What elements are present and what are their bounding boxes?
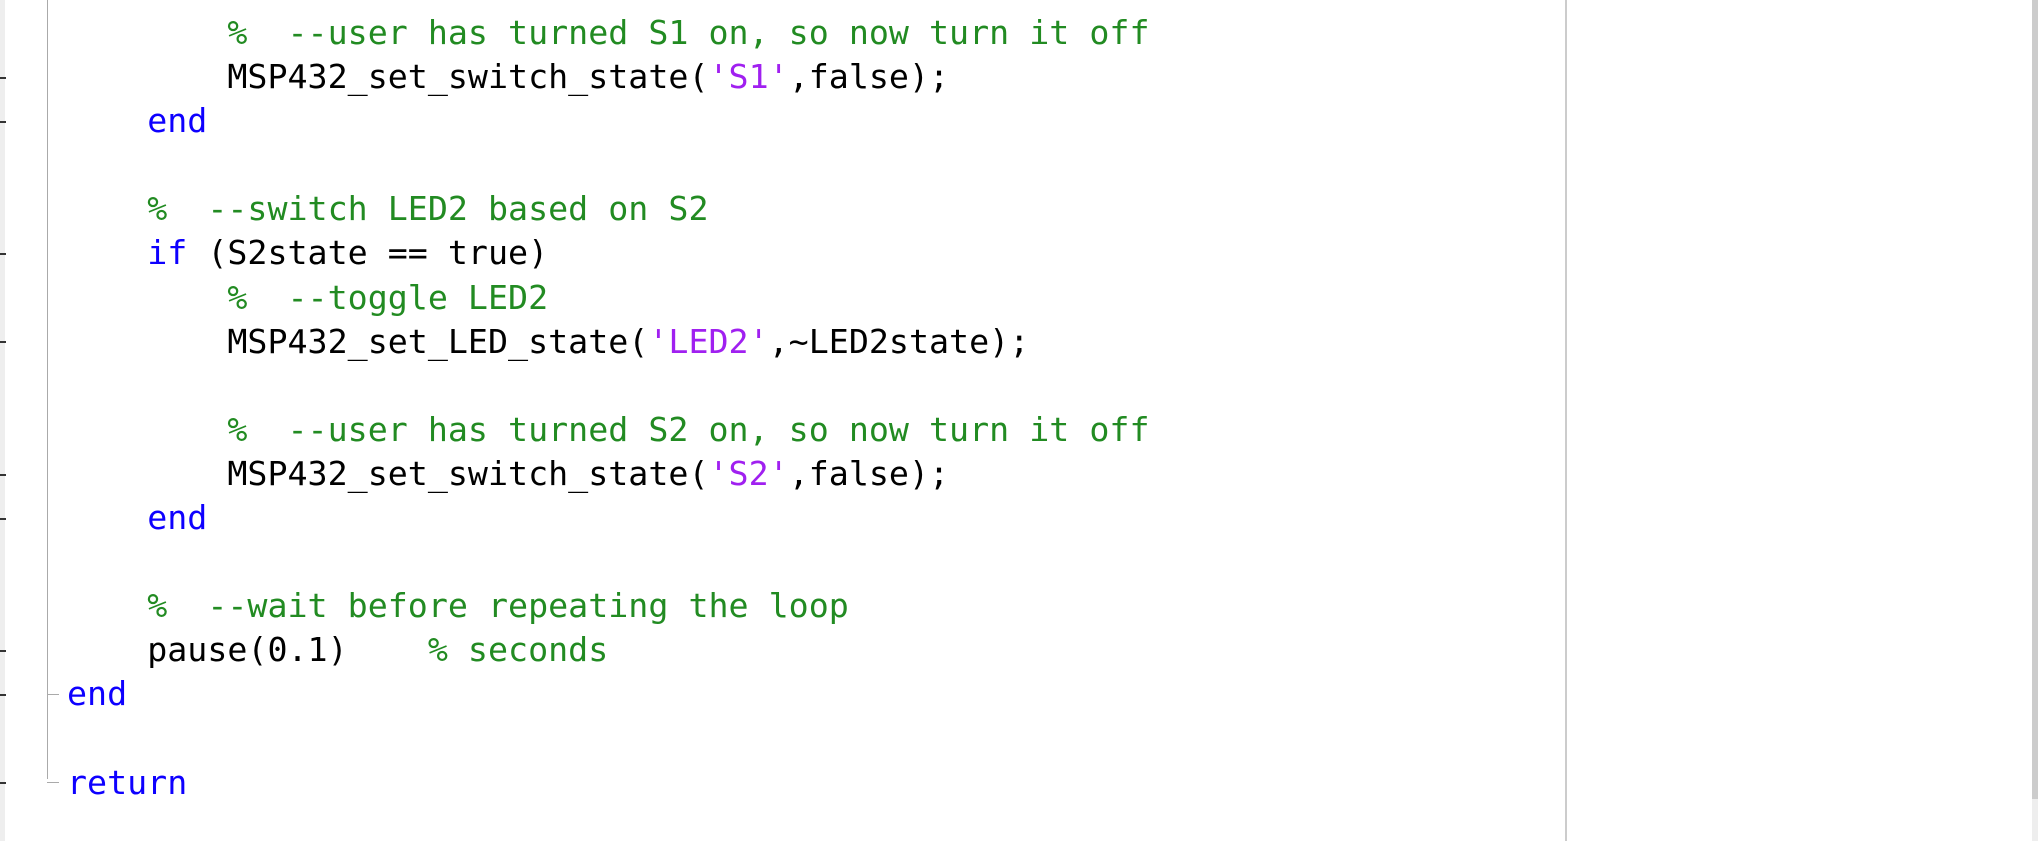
executable-line-marker[interactable] xyxy=(0,694,6,696)
code-line[interactable]: end xyxy=(67,99,1150,143)
string-literal: 'S2' xyxy=(708,453,789,493)
code-text: MSP432_set_switch_state( xyxy=(227,57,709,97)
code-line[interactable]: if (S2state == true) xyxy=(67,231,1150,275)
executable-line-marker[interactable] xyxy=(0,121,6,123)
code-line[interactable]: MSP432_set_switch_state('S2',false); xyxy=(67,452,1150,496)
code-editor[interactable]: % --user has turned S1 on, so now turn i… xyxy=(67,11,1150,805)
executable-line-marker[interactable] xyxy=(0,650,6,652)
code-line[interactable]: % --user has turned S1 on, so now turn i… xyxy=(67,11,1150,55)
code-fold-end-tick xyxy=(47,782,59,783)
comment: % seconds xyxy=(427,630,609,670)
executable-line-marker[interactable] xyxy=(0,253,6,255)
breakpoint-gutter[interactable] xyxy=(0,0,5,841)
code-text: ,false); xyxy=(788,453,950,493)
code-line[interactable]: % --user has turned S2 on, so now turn i… xyxy=(67,408,1150,452)
executable-line-marker[interactable] xyxy=(0,77,6,79)
executable-line-marker[interactable] xyxy=(0,341,6,343)
comment: % --toggle LED2 xyxy=(227,277,549,317)
vertical-scrollbar[interactable] xyxy=(2032,0,2038,841)
code-line[interactable] xyxy=(67,143,1150,187)
scrollbar-thumb[interactable] xyxy=(2032,0,2038,799)
code-line[interactable]: % --toggle LED2 xyxy=(67,276,1150,320)
string-literal: 'S1' xyxy=(708,57,789,97)
code-line[interactable] xyxy=(67,540,1150,584)
code-line[interactable]: end xyxy=(67,496,1150,540)
comment: % --wait before repeating the loop xyxy=(147,586,849,626)
executable-line-marker[interactable] xyxy=(0,474,6,476)
code-text: MSP432_set_LED_state( xyxy=(227,321,649,361)
keyword: if xyxy=(147,233,188,273)
code-fold-end-tick xyxy=(47,694,59,695)
code-line[interactable] xyxy=(67,717,1150,761)
keyword: end xyxy=(147,101,208,141)
code-text: (S2state == true) xyxy=(187,233,549,273)
code-text: MSP432_set_switch_state( xyxy=(227,453,709,493)
code-line[interactable]: return xyxy=(67,761,1150,805)
string-literal: 'LED2' xyxy=(648,321,769,361)
code-line[interactable]: MSP432_set_switch_state('S1',false); xyxy=(67,55,1150,99)
keyword: end xyxy=(147,498,208,538)
code-line[interactable]: end xyxy=(67,672,1150,716)
comment: % --user has turned S2 on, so now turn i… xyxy=(227,409,1150,449)
keyword: end xyxy=(67,674,128,714)
code-text: pause(0.1) xyxy=(147,630,428,670)
code-line[interactable]: MSP432_set_LED_state('LED2',~LED2state); xyxy=(67,320,1150,364)
code-line[interactable]: pause(0.1) % seconds xyxy=(67,628,1150,672)
executable-line-marker[interactable] xyxy=(0,782,6,784)
code-line[interactable]: % --switch LED2 based on S2 xyxy=(67,187,1150,231)
code-line[interactable] xyxy=(67,364,1150,408)
code-text: ,false); xyxy=(788,57,950,97)
executable-line-marker[interactable] xyxy=(0,518,6,520)
code-text: ,~LED2state); xyxy=(768,321,1030,361)
comment: % --switch LED2 based on S2 xyxy=(147,189,709,229)
keyword: return xyxy=(67,762,188,802)
comment: % --user has turned S1 on, so now turn i… xyxy=(227,13,1150,52)
code-fold-line xyxy=(47,0,48,779)
right-margin-line xyxy=(1565,0,1567,841)
code-line[interactable]: % --wait before repeating the loop xyxy=(67,584,1150,628)
